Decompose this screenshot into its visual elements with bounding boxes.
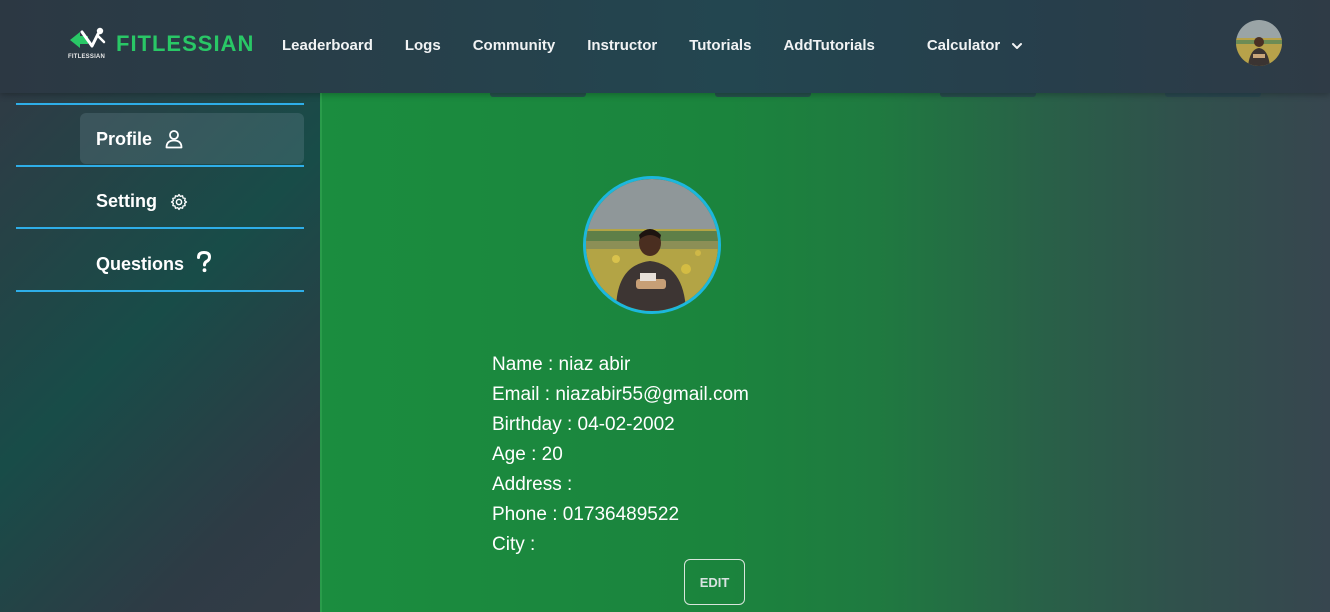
- gear-icon: [170, 193, 188, 216]
- question-icon: [196, 250, 212, 278]
- profile-email: Email : niazabir55@gmail.com: [492, 384, 749, 405]
- nav-dropdown-calculator[interactable]: Calculator: [927, 37, 1000, 54]
- logo-subtext: FITLESSIAN: [68, 54, 106, 60]
- profile-photo: [583, 176, 721, 314]
- sidebar: Profile Setting Questions: [0, 93, 320, 612]
- brand-name: FITLESSIAN: [116, 31, 255, 56]
- chevron-down-icon[interactable]: [1010, 39, 1024, 53]
- profile-info: Name : niaz abir Email : niazabir55@gmai…: [492, 350, 749, 560]
- nav-link-logs[interactable]: Logs: [405, 37, 441, 54]
- profile-phone: Phone : 01736489522: [492, 504, 680, 525]
- nav-link-instructor[interactable]: Instructor: [587, 37, 657, 54]
- profile-birthday: Birthday : 04-02-2002: [492, 414, 675, 435]
- user-avatar[interactable]: [1236, 20, 1282, 66]
- sidebar-item-profile[interactable]: Profile: [16, 103, 304, 164]
- sidebar-item-setting[interactable]: Setting: [16, 165, 304, 226]
- edit-button[interactable]: EDIT: [684, 559, 745, 605]
- user-icon: [164, 129, 184, 154]
- sidebar-item-label: Questions: [96, 254, 185, 274]
- sidebar-item-label: Profile: [96, 129, 153, 149]
- nav-link-community[interactable]: Community: [473, 37, 556, 54]
- sidebar-item-label: Setting: [96, 191, 157, 211]
- profile-name: Name : niaz abir: [492, 354, 631, 375]
- profile-panel: Name : niaz abir Email : niazabir55@gmai…: [320, 93, 1330, 612]
- fitlessian-logo-icon: FITLESSIAN: [68, 26, 108, 62]
- profile-city: City :: [492, 534, 536, 555]
- nav-links: Leaderboard Logs Community Instructor Tu…: [282, 37, 1024, 54]
- nav-link-addtutorials[interactable]: AddTutorials: [783, 37, 874, 54]
- profile-address: Address :: [492, 474, 573, 495]
- nav-link-leaderboard[interactable]: Leaderboard: [282, 37, 373, 54]
- brand[interactable]: FITLESSIAN FITLESSIAN: [68, 26, 254, 62]
- sidebar-item-questions[interactable]: Questions: [16, 227, 304, 292]
- nav-link-tutorials[interactable]: Tutorials: [689, 37, 751, 54]
- top-navbar: FITLESSIAN FITLESSIAN Leaderboard Logs C…: [0, 0, 1330, 93]
- profile-age: Age : 20: [492, 444, 563, 465]
